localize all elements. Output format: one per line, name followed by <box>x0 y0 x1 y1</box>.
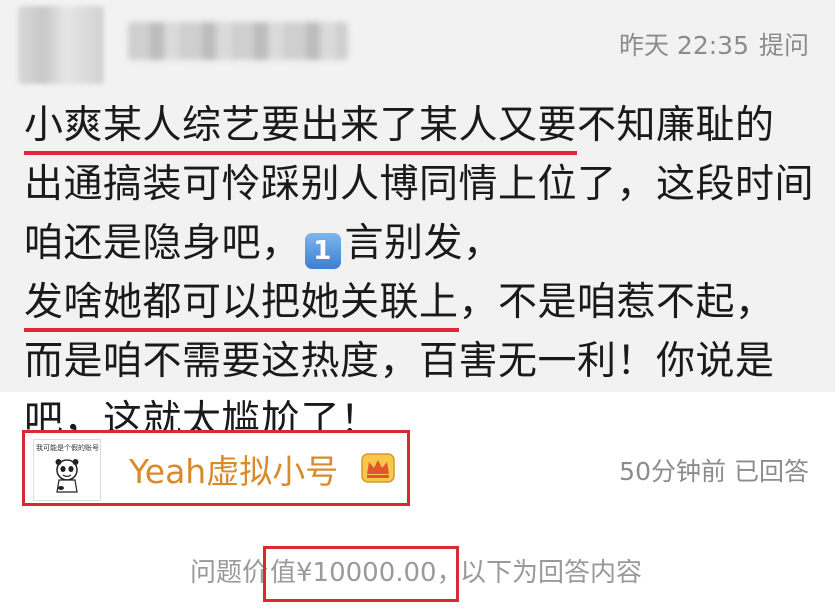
asker-name-blurred[interactable] <box>128 22 348 60</box>
value-prefix: 问题价 <box>190 558 269 588</box>
highlighted-text-1: 小爽某人综艺要出来了某人又要 <box>24 101 578 155</box>
answer-time: 50分钟前 <box>619 457 726 486</box>
asker-avatar-blurred[interactable] <box>18 6 104 84</box>
answer-meta: 50分钟前 已回答 <box>611 452 809 488</box>
number-one-emoji-icon: 1 <box>304 233 341 269</box>
crown-icon <box>361 453 395 483</box>
avatar-caption: 我可能是个假的账号 <box>36 444 99 452</box>
answerer-avatar[interactable]: 我可能是个假的账号 <box>33 439 101 501</box>
question-card: 昨天 22:35 提问 小爽某人综艺要出来了某人又要不知廉耻的出通搞装可怜踩别人博… <box>0 0 835 443</box>
highlighted-text-2: 发啥她都可以把她关联上 <box>24 278 459 332</box>
question-meta: 昨天 22:35 提问 <box>609 26 809 62</box>
question-label: 提问 <box>758 31 809 60</box>
value-suffix: 以下为回答内容 <box>460 558 643 588</box>
answer-status: 已回答 <box>733 457 809 486</box>
answerer-box[interactable]: 我可能是个假的账号 Yeah虚拟小号 <box>22 430 410 506</box>
question-time: 昨天 22:35 <box>618 31 749 60</box>
answerer-name[interactable]: Yeah虚拟小号 <box>129 445 338 493</box>
question-text-3: 言别发， <box>344 221 503 266</box>
qa-page: 昨天 22:35 提问 小爽某人综艺要出来了某人又要不知廉耻的出通搞装可怜踩别人博… <box>0 0 835 611</box>
question-body: 小爽某人综艺要出来了某人又要不知廉耻的出通搞装可怜踩别人博同情上位了，这段时间咱… <box>24 96 814 450</box>
panda-meme-icon <box>55 459 79 493</box>
value-highlight-box <box>263 546 459 602</box>
